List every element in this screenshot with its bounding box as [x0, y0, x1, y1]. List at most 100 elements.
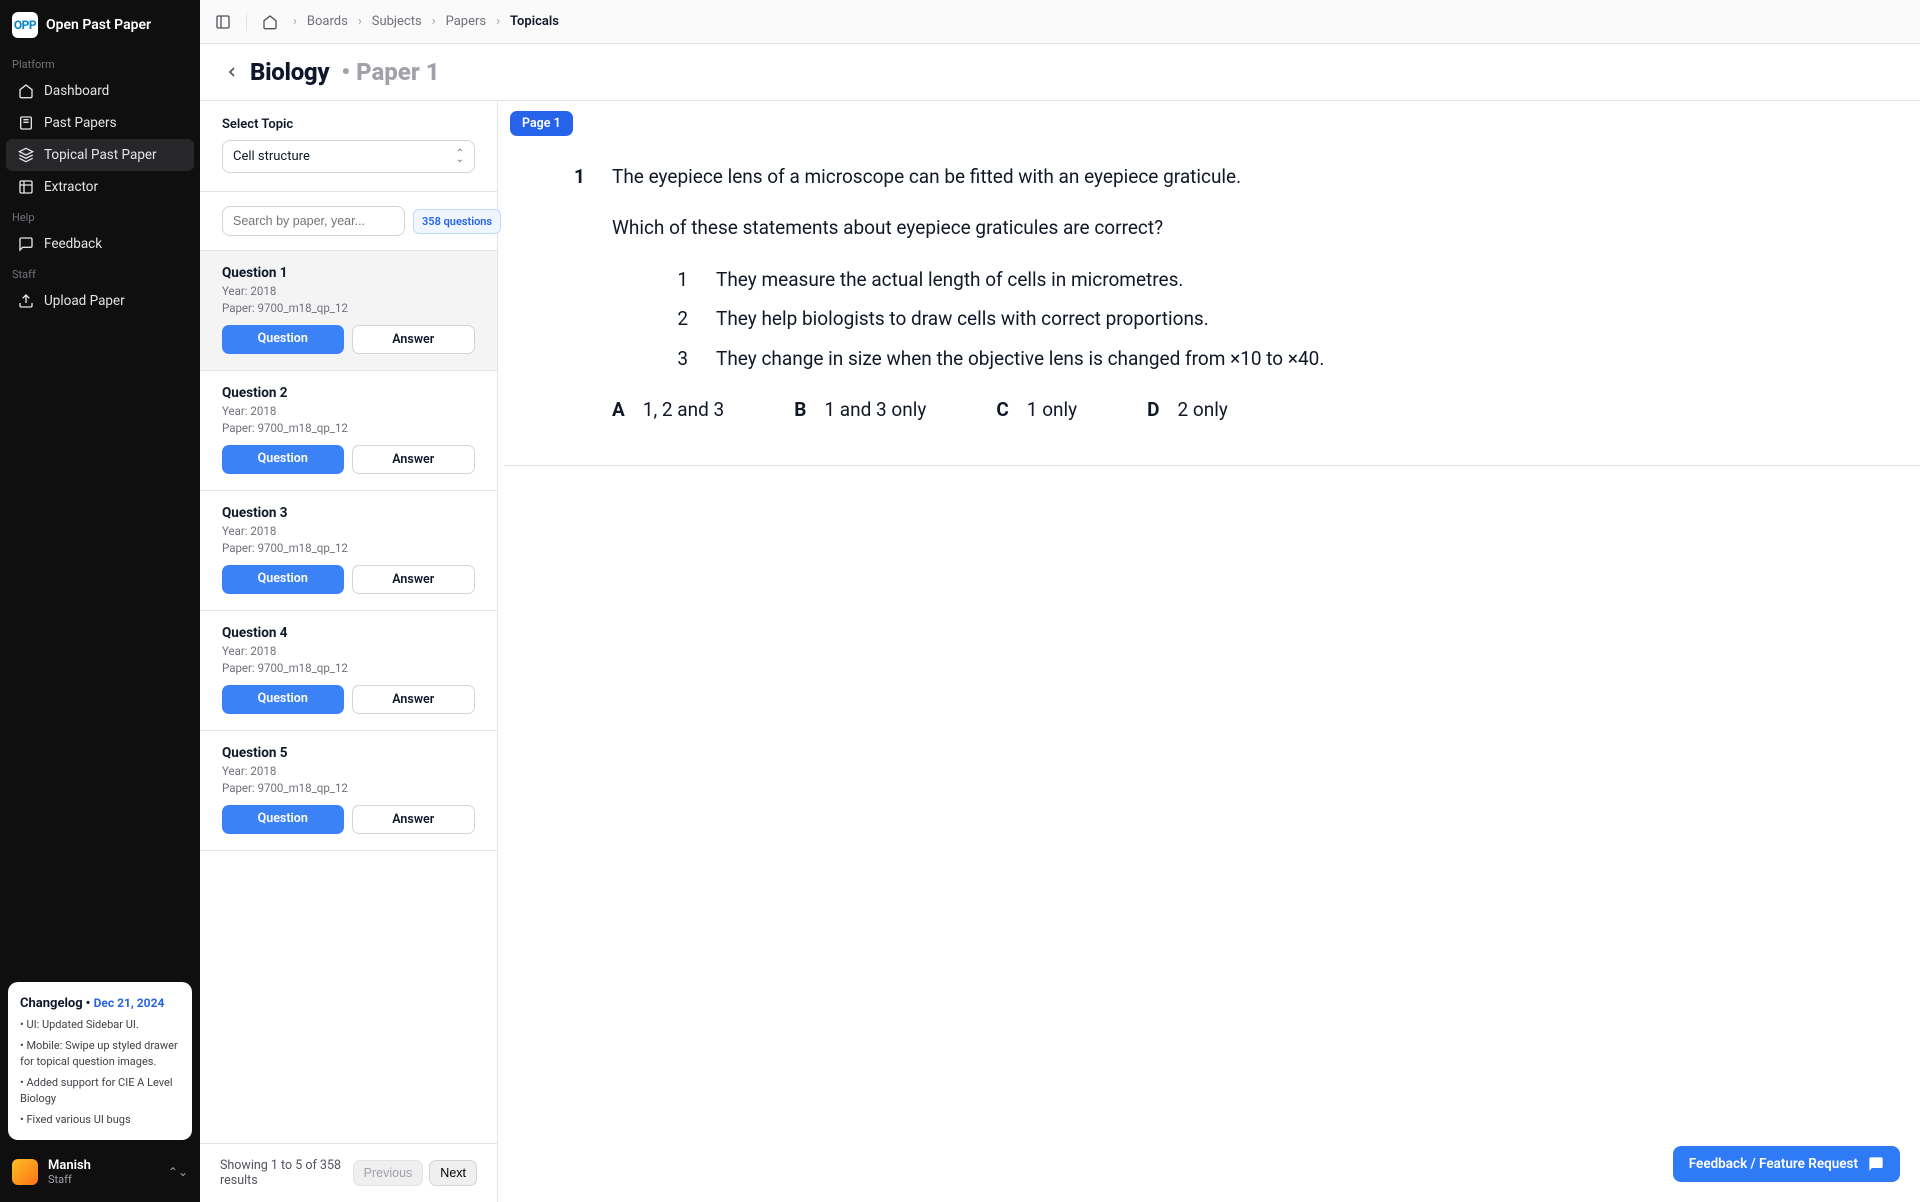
pager-next-button[interactable]: Next — [429, 1160, 477, 1186]
breadcrumb: › Boards › Subjects › Papers › Topicals — [293, 14, 559, 29]
page-title: Biology — [250, 58, 329, 86]
question-card-year: Year: 2018 — [222, 644, 475, 658]
question-card-title: Question 4 — [222, 625, 475, 641]
answer-button[interactable]: Answer — [352, 565, 476, 594]
option-letter: D — [1147, 395, 1159, 424]
sidebar-item-upload-paper[interactable]: Upload Paper — [6, 285, 194, 317]
changelog-item: • Mobile: Swipe up styled drawer for top… — [20, 1038, 180, 1071]
question-body: 1 The eyepiece lens of a microscope can … — [504, 136, 1920, 466]
statement-number: 1 — [674, 265, 688, 294]
toggle-sidebar-button[interactable] — [214, 13, 232, 31]
question-list-panel: Select Topic Cell structure ⌃⌄ 358 quest… — [200, 101, 498, 1202]
feedback-fab-label: Feedback / Feature Request — [1689, 1156, 1858, 1172]
question-list[interactable]: Question 1 Year: 2018 Paper: 9700_m18_qp… — [200, 251, 497, 1143]
sidebar-item-feedback[interactable]: Feedback — [6, 228, 194, 260]
search-input[interactable] — [222, 206, 405, 236]
brand[interactable]: OPP Open Past Paper — [0, 0, 200, 50]
option: B1 and 3 only — [794, 395, 926, 424]
chevron-up-down-icon: ⌃⌄ — [456, 151, 464, 163]
grid-icon — [18, 179, 34, 195]
sidebar-item-topical-past-paper[interactable]: Topical Past Paper — [6, 139, 194, 171]
question-card-paper: Paper: 9700_m18_qp_12 — [222, 661, 475, 675]
option-text: 1, 2 and 3 — [643, 395, 724, 424]
user-role: Staff — [48, 1173, 91, 1186]
question-card-year: Year: 2018 — [222, 764, 475, 778]
feedback-fab[interactable]: Feedback / Feature Request — [1673, 1146, 1900, 1182]
upload-icon — [18, 293, 34, 309]
breadcrumb-home[interactable] — [261, 13, 279, 31]
chevron-right-icon: › — [293, 14, 297, 29]
changelog-date: Dec 21, 2024 — [94, 996, 165, 1010]
topic-select[interactable]: Cell structure ⌃⌄ — [222, 140, 475, 173]
page-subtitle: • Paper 1 — [341, 58, 439, 86]
user-name: Manish — [48, 1158, 91, 1173]
question-button[interactable]: Question — [222, 445, 344, 474]
sidebar-item-dashboard[interactable]: Dashboard — [6, 75, 194, 107]
answer-button[interactable]: Answer — [352, 325, 476, 354]
option: A 1, 2 and 3 — [612, 395, 724, 424]
topbar: › Boards › Subjects › Papers › Topicals — [200, 0, 1920, 44]
sidebar: OPP Open Past Paper Platform Dashboard P… — [0, 0, 200, 1202]
option-text: 2 only — [1178, 395, 1228, 424]
section-staff-label: Staff — [0, 260, 200, 285]
question-card[interactable]: Question 5 Year: 2018 Paper: 9700_m18_qp… — [200, 731, 497, 851]
question-button[interactable]: Question — [222, 685, 344, 714]
avatar — [12, 1159, 38, 1185]
question-number: 1 — [574, 162, 588, 191]
question-card-paper: Paper: 9700_m18_qp_12 — [222, 421, 475, 435]
question-card-paper: Paper: 9700_m18_qp_12 — [222, 781, 475, 795]
statement-text: They help biologists to draw cells with … — [716, 304, 1209, 333]
sidebar-item-extractor[interactable]: Extractor — [6, 171, 194, 203]
breadcrumb-papers[interactable]: Papers — [446, 14, 487, 29]
question-count-badge: 358 questions — [413, 209, 501, 234]
breadcrumb-boards[interactable]: Boards — [307, 14, 348, 29]
question-button[interactable]: Question — [222, 325, 344, 354]
statement-text: They measure the actual length of cells … — [716, 265, 1183, 294]
page-pill[interactable]: Page 1 — [510, 111, 573, 136]
sidebar-item-label: Extractor — [44, 179, 98, 195]
question-viewer: Page 1 1 The eyepiece lens of a microsco… — [498, 101, 1920, 1202]
chevron-right-icon: › — [358, 14, 362, 29]
sidebar-item-label: Feedback — [44, 236, 102, 252]
option: C1 only — [996, 395, 1077, 424]
topic-selected: Cell structure — [233, 149, 310, 164]
question-card[interactable]: Question 2 Year: 2018 Paper: 9700_m18_qp… — [200, 371, 497, 491]
chat-icon — [1868, 1156, 1884, 1172]
changelog-item: • Fixed various UI bugs — [20, 1112, 180, 1129]
option-text: 1 and 3 only — [824, 395, 926, 424]
sidebar-item-past-papers[interactable]: Past Papers — [6, 107, 194, 139]
title-row: Biology • Paper 1 — [200, 44, 1920, 101]
changelog-item: • UI: Updated Sidebar UI. — [20, 1017, 180, 1034]
pager-prev-button[interactable]: Previous — [353, 1160, 424, 1186]
answer-button[interactable]: Answer — [352, 805, 476, 834]
brand-badge: OPP — [12, 12, 38, 38]
sidebar-item-label: Dashboard — [44, 83, 109, 99]
question-card-paper: Paper: 9700_m18_qp_12 — [222, 301, 475, 315]
question-card[interactable]: Question 4 Year: 2018 Paper: 9700_m18_qp… — [200, 611, 497, 731]
question-card-title: Question 1 — [222, 265, 475, 281]
question-card-title: Question 2 — [222, 385, 475, 401]
user-menu[interactable]: Manish Staff ⌃⌄ — [8, 1150, 192, 1194]
divider — [246, 13, 247, 31]
answer-button[interactable]: Answer — [352, 445, 476, 474]
option-letter: C — [996, 395, 1008, 424]
breadcrumb-subjects[interactable]: Subjects — [372, 14, 422, 29]
question-intro: The eyepiece lens of a microscope can be… — [612, 162, 1850, 191]
answer-button[interactable]: Answer — [352, 685, 476, 714]
section-platform-label: Platform — [0, 50, 200, 75]
message-icon — [18, 236, 34, 252]
back-button[interactable] — [224, 64, 240, 80]
pager-summary: Showing 1 to 5 of 358 results — [220, 1158, 353, 1188]
brand-name: Open Past Paper — [46, 17, 151, 33]
sidebar-item-label: Past Papers — [44, 115, 117, 131]
statement-row: 3They change in size when the objective … — [674, 344, 1850, 373]
option: D 2 only — [1147, 395, 1228, 424]
question-button[interactable]: Question — [222, 565, 344, 594]
sidebar-item-label: Upload Paper — [44, 293, 125, 309]
statement-number: 2 — [674, 304, 688, 333]
option-letter: A — [612, 395, 625, 424]
question-button[interactable]: Question — [222, 805, 344, 834]
question-card[interactable]: Question 1 Year: 2018 Paper: 9700_m18_qp… — [200, 251, 497, 371]
statement-row: 2 They help biologists to draw cells with… — [674, 304, 1850, 333]
question-card[interactable]: Question 3 Year: 2018 Paper: 9700_m18_qp… — [200, 491, 497, 611]
